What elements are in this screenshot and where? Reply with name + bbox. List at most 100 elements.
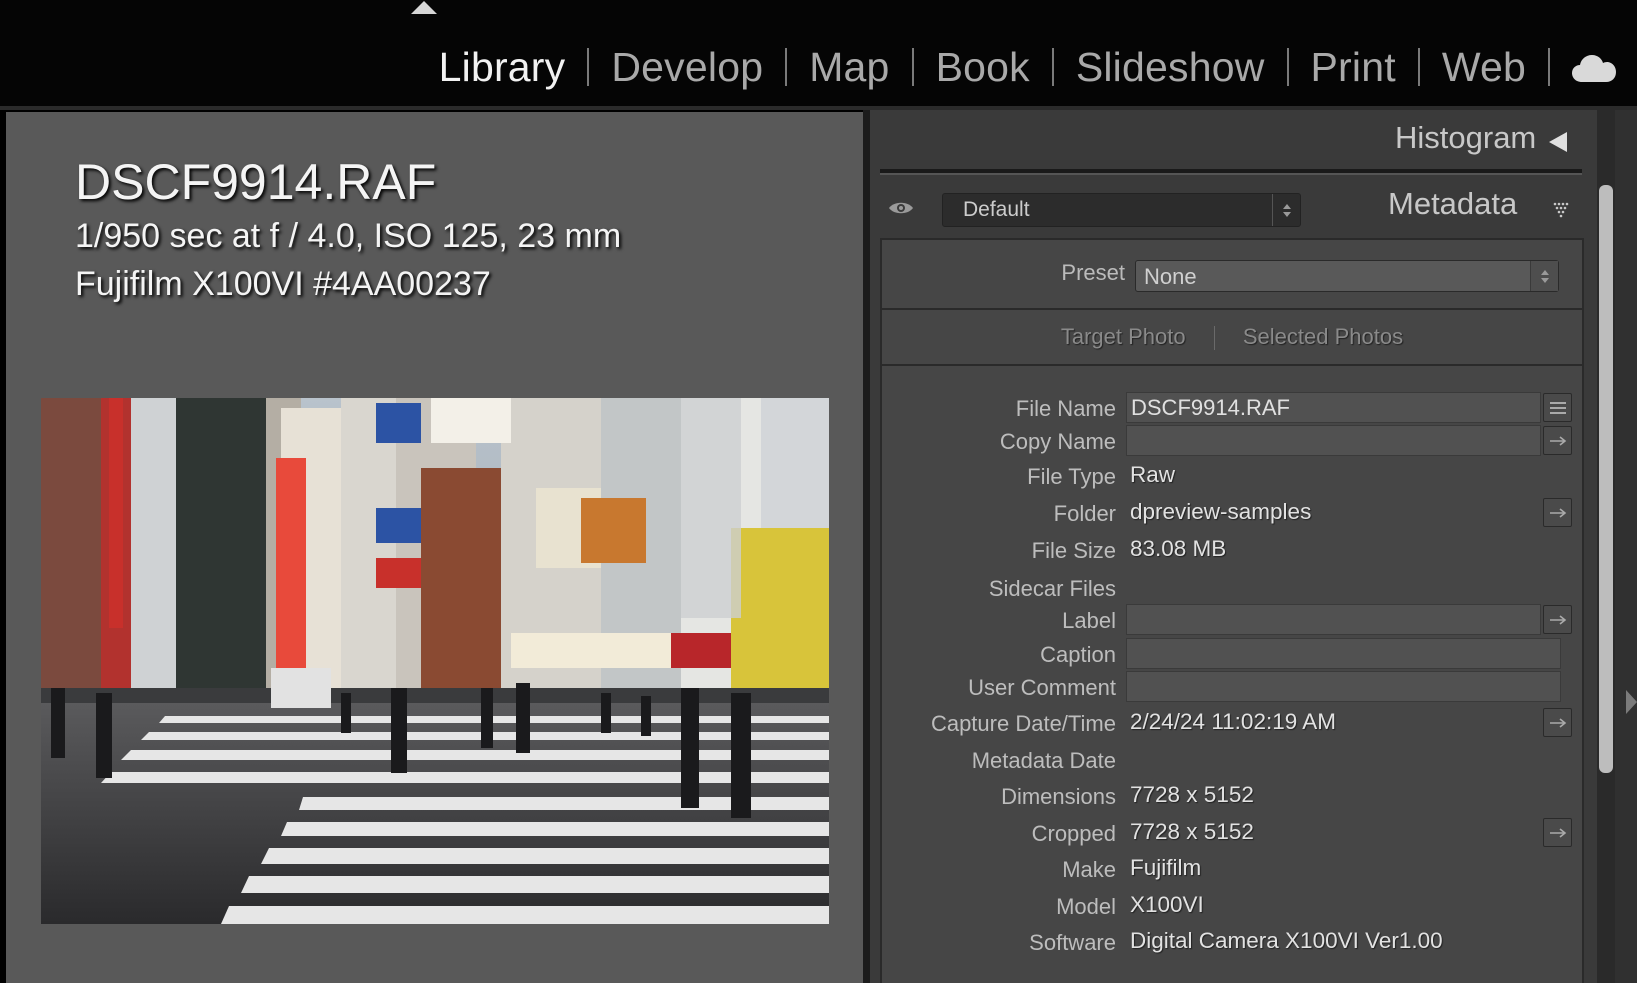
module-separator bbox=[785, 48, 788, 86]
metadata-row-file-size: File Size 83.08 MB bbox=[882, 534, 1582, 566]
software-value: Digital Camera X100VI Ver1.00 bbox=[1130, 928, 1443, 953]
selected-photos-button[interactable]: Selected Photos bbox=[1243, 324, 1403, 349]
model-label: Model bbox=[1056, 894, 1116, 919]
metadata-row-software: Software Digital Camera X100VI Ver1.00 bbox=[882, 926, 1582, 958]
arrow-right-icon[interactable] bbox=[1543, 818, 1572, 847]
metadata-row-copy-name: Copy Name bbox=[882, 425, 1582, 457]
user-comment-field[interactable] bbox=[1126, 671, 1561, 702]
metadata-row-metadata-date: Metadata Date bbox=[882, 744, 1582, 776]
file-name-label: File Name bbox=[1015, 396, 1116, 421]
module-picker: Library Develop Map Book Slideshow Print… bbox=[439, 38, 1637, 96]
metadata-row-file-type: File Type Raw bbox=[882, 460, 1582, 492]
preset-section: Preset None bbox=[880, 238, 1584, 310]
module-separator bbox=[1548, 48, 1550, 86]
metadata-title[interactable]: Metadata bbox=[1388, 186, 1517, 222]
folder-value: dpreview-samples bbox=[1130, 499, 1312, 524]
metadata-row-folder: Folder dpreview-samples bbox=[882, 497, 1582, 529]
metadata-row-make: Make Fujifilm bbox=[882, 853, 1582, 885]
cloud-sync-icon[interactable] bbox=[1572, 53, 1616, 83]
histogram-title[interactable]: Histogram bbox=[1395, 120, 1536, 156]
target-separator bbox=[1213, 326, 1215, 351]
dimensions-value: 7728 x 5152 bbox=[1130, 782, 1254, 807]
metadata-date-label: Metadata Date bbox=[971, 748, 1116, 773]
metadata-fields: File Name DSCF9914.RAF Copy Name File Ty… bbox=[880, 366, 1584, 983]
preset-label: Preset bbox=[1061, 260, 1125, 285]
file-name-value: DSCF9914.RAF bbox=[1131, 395, 1290, 420]
street-crossing-photo bbox=[41, 398, 829, 924]
module-book[interactable]: Book bbox=[936, 44, 1030, 91]
software-label: Software bbox=[1029, 930, 1116, 955]
file-type-value: Raw bbox=[1130, 462, 1176, 487]
updown-icon bbox=[1272, 194, 1300, 226]
cropped-label: Cropped bbox=[1031, 821, 1116, 846]
loupe-info-filename: DSCF9914.RAF bbox=[75, 154, 437, 210]
module-print[interactable]: Print bbox=[1311, 44, 1396, 91]
capture-date-label: Capture Date/Time bbox=[930, 711, 1116, 736]
caption-field[interactable] bbox=[1126, 638, 1561, 669]
go-to-folder-icon[interactable] bbox=[1543, 498, 1572, 527]
module-separator bbox=[1286, 48, 1289, 86]
sidecar-files-label: Sidecar Files bbox=[988, 576, 1116, 601]
make-label: Make bbox=[1062, 857, 1116, 882]
file-type-label: File Type bbox=[1027, 464, 1116, 489]
file-size-value: 83.08 MB bbox=[1130, 536, 1227, 561]
metadata-view-select[interactable]: Default bbox=[942, 193, 1301, 227]
loupe-info-exposure: 1/950 sec at f / 4.0, ISO 125, 23 mm bbox=[75, 217, 622, 255]
label-field[interactable] bbox=[1126, 604, 1541, 635]
histogram-header[interactable]: Histogram bbox=[870, 110, 1597, 168]
capture-date-value: 2/24/24 11:02:19 AM bbox=[1130, 709, 1336, 734]
target-photo-button[interactable]: Target Photo bbox=[1061, 324, 1186, 349]
folder-label: Folder bbox=[1053, 501, 1116, 526]
expand-right-panel-icon[interactable] bbox=[1626, 690, 1637, 714]
model-value: X100VI bbox=[1130, 892, 1204, 917]
dimensions-label: Dimensions bbox=[1001, 784, 1116, 809]
metadata-view-value: Default bbox=[963, 198, 1030, 221]
file-size-label: File Size bbox=[1031, 538, 1116, 563]
module-separator bbox=[1051, 48, 1054, 86]
updown-icon bbox=[1530, 261, 1558, 291]
module-library[interactable]: Library bbox=[439, 44, 566, 91]
make-value: Fujifilm bbox=[1130, 855, 1202, 880]
loupe-info-overlay: DSCF9914.RAF 1/950 sec at f / 4.0, ISO 1… bbox=[75, 152, 621, 308]
metadata-row-dimensions: Dimensions 7728 x 5152 bbox=[882, 780, 1582, 812]
label-label: Label bbox=[1062, 608, 1116, 633]
list-icon[interactable] bbox=[1543, 393, 1572, 422]
arrow-right-icon[interactable] bbox=[1543, 708, 1572, 737]
module-separator bbox=[1417, 48, 1420, 86]
module-separator bbox=[911, 48, 914, 86]
arrow-right-icon[interactable] bbox=[1543, 605, 1572, 634]
metadata-row-sidecar-files: Sidecar Files bbox=[882, 572, 1582, 604]
loupe-view: DSCF9914.RAF 1/950 sec at f / 4.0, ISO 1… bbox=[6, 112, 863, 983]
eye-icon[interactable] bbox=[888, 198, 914, 223]
metadata-row-file-name: File Name DSCF9914.RAF bbox=[882, 392, 1582, 424]
user-comment-label: User Comment bbox=[968, 675, 1116, 700]
copy-name-label: Copy Name bbox=[999, 429, 1116, 454]
module-develop[interactable]: Develop bbox=[611, 44, 763, 91]
caption-label: Caption bbox=[1040, 642, 1116, 667]
file-name-field[interactable]: DSCF9914.RAF bbox=[1126, 392, 1541, 423]
metadata-row-label: Label bbox=[882, 604, 1582, 636]
metadata-collapse-icon[interactable] bbox=[1553, 202, 1571, 225]
metadata-row-model: Model X100VI bbox=[882, 890, 1582, 922]
module-separator bbox=[587, 48, 590, 86]
metadata-row-capture-date: Capture Date/Time 2/24/24 11:02:19 AM bbox=[882, 707, 1582, 739]
histogram-panel-line bbox=[880, 169, 1582, 175]
panel-scrollbar-thumb[interactable] bbox=[1599, 185, 1613, 773]
copy-name-field[interactable] bbox=[1126, 425, 1541, 456]
metadata-row-caption: Caption bbox=[882, 638, 1582, 670]
histogram-collapse-icon[interactable] bbox=[1549, 132, 1567, 152]
target-section: Target Photo Selected Photos bbox=[880, 310, 1584, 366]
right-panel: Histogram Default Metadata Preset None T… bbox=[870, 110, 1597, 983]
loupe-photo[interactable] bbox=[41, 398, 829, 924]
module-map[interactable]: Map bbox=[809, 44, 889, 91]
preset-select[interactable]: None bbox=[1135, 260, 1559, 292]
module-web[interactable]: Web bbox=[1442, 44, 1526, 91]
module-slideshow[interactable]: Slideshow bbox=[1076, 44, 1265, 91]
preset-value: None bbox=[1144, 264, 1197, 289]
metadata-row-user-comment: User Comment bbox=[882, 671, 1582, 703]
module-picker-bar: Library Develop Map Book Slideshow Print… bbox=[0, 0, 1637, 106]
arrow-right-icon[interactable] bbox=[1543, 426, 1572, 455]
panel-divider[interactable] bbox=[863, 110, 870, 983]
collapse-top-panel-icon[interactable] bbox=[411, 1, 437, 14]
cropped-value: 7728 x 5152 bbox=[1130, 819, 1254, 844]
